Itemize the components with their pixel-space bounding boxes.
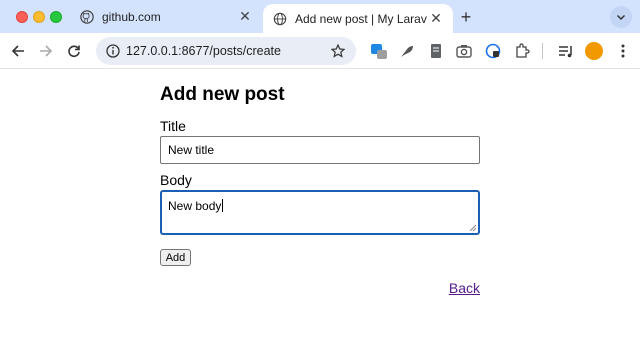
address-bar[interactable]: 127.0.0.1:8677/posts/create — [96, 37, 356, 65]
media-playlist-icon[interactable] — [556, 41, 576, 61]
camera-icon[interactable] — [454, 41, 474, 61]
site-info-icon[interactable] — [100, 44, 126, 58]
browser-toolbar: 127.0.0.1:8677/posts/create — [0, 33, 640, 69]
translate-extension-icon[interactable] — [369, 41, 389, 61]
puzzle-extensions-icon[interactable] — [512, 41, 532, 61]
close-tab-icon[interactable]: ✕ — [236, 8, 254, 26]
page-title: Add new post — [160, 84, 285, 105]
chevron-down-icon — [616, 14, 626, 21]
globe-icon — [273, 12, 287, 26]
lock-extension-icon[interactable] — [483, 41, 503, 61]
title-label: Title — [160, 118, 186, 134]
tab-strip: github.com ✕ Add new post | My Laravel A… — [0, 0, 640, 33]
forward-arrow-icon[interactable] — [34, 39, 58, 63]
title-input[interactable]: New title — [160, 136, 480, 164]
page-content: Add new post Title New title Body New bo… — [0, 70, 640, 360]
browser-window: github.com ✕ Add new post | My Laravel A… — [0, 0, 640, 360]
body-label: Body — [160, 172, 192, 188]
url-text: 127.0.0.1:8677/posts/create — [126, 44, 281, 58]
minimize-window-button[interactable] — [33, 11, 45, 23]
tab-search-button[interactable] — [610, 6, 632, 28]
document-extension-icon[interactable] — [426, 41, 446, 61]
title-input-value: New title — [168, 143, 215, 157]
new-tab-button[interactable]: + — [456, 7, 476, 27]
body-textarea[interactable]: New body — [160, 190, 480, 235]
close-tab-icon[interactable]: ✕ — [427, 10, 445, 28]
bookmark-star-icon[interactable] — [326, 44, 350, 58]
feather-extension-icon[interactable] — [397, 41, 417, 61]
back-link[interactable]: Back — [449, 280, 480, 296]
close-window-button[interactable] — [16, 11, 28, 23]
tab-title: Add new post | My Laravel Ap — [295, 11, 427, 26]
add-button[interactable]: Add — [160, 249, 191, 266]
github-icon — [80, 9, 94, 24]
text-caret — [222, 199, 224, 212]
tab-title: github.com — [102, 9, 161, 24]
toolbar-divider — [542, 43, 543, 59]
body-textarea-value: New body — [168, 199, 222, 213]
tab-add-new-post[interactable]: Add new post | My Laravel Ap ✕ — [263, 4, 453, 33]
resize-handle-icon[interactable] — [469, 224, 476, 231]
kebab-menu-icon[interactable] — [613, 41, 633, 61]
tab-github[interactable]: github.com ✕ — [72, 0, 262, 33]
back-arrow-icon[interactable] — [6, 39, 30, 63]
maximize-window-button[interactable] — [50, 11, 62, 23]
profile-avatar[interactable] — [585, 42, 603, 60]
reload-icon[interactable] — [62, 39, 86, 63]
